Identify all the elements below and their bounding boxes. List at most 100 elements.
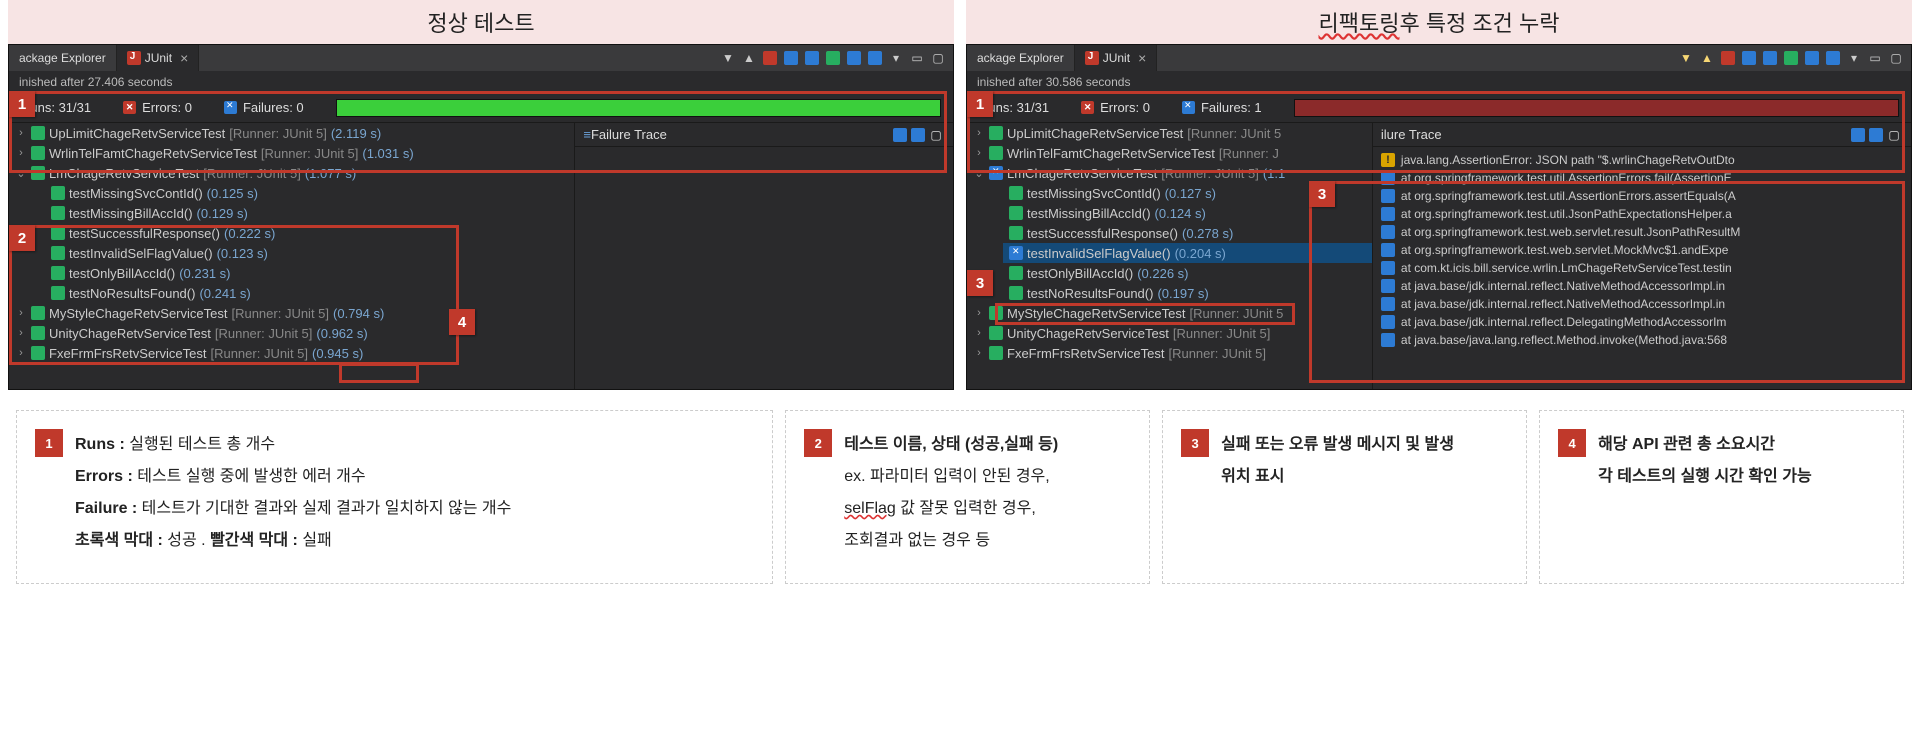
- runner-label: [Runner: JUnit 5]: [261, 146, 359, 161]
- trace-stack-line[interactable]: at org.springframework.test.web.servlet.…: [1373, 223, 1911, 241]
- chevron-icon[interactable]: ›: [15, 127, 27, 139]
- duration-label: (0.127 s): [1165, 186, 1216, 201]
- callout-badge-3b: 3: [1309, 181, 1335, 207]
- tool-a-icon[interactable]: [845, 49, 863, 67]
- test-case-node[interactable]: testSuccessfulResponse() (0.222 s): [45, 223, 574, 243]
- test-case-node[interactable]: testMissingBillAccId() (0.129 s): [45, 203, 574, 223]
- tab-pkg-explorer[interactable]: ackage Explorer: [9, 45, 117, 71]
- trace-action-b-icon[interactable]: [1867, 126, 1885, 144]
- prev-failure-icon[interactable]: ▲: [1698, 49, 1716, 67]
- test-suite-node[interactable]: ⌄LmChageRetvServiceTest [Runner: JUnit 5…: [967, 163, 1372, 183]
- test-case-node[interactable]: testInvalidSelFlagValue() (0.123 s): [45, 243, 574, 263]
- test-suite-node[interactable]: ›UpLimitChageRetvServiceTest [Runner: JU…: [9, 123, 574, 143]
- test-suite-node[interactable]: ›UnityChageRetvServiceTest [Runner: JUni…: [9, 323, 574, 343]
- test-suite-node[interactable]: ›MyStyleChageRetvServiceTest [Runner: JU…: [967, 303, 1372, 323]
- chevron-icon[interactable]: ⌄: [973, 167, 985, 180]
- chevron-icon[interactable]: ›: [973, 307, 985, 319]
- toggle-icon[interactable]: [1782, 49, 1800, 67]
- pass-icon: [31, 306, 45, 320]
- next-failure-icon[interactable]: ▼: [719, 49, 737, 67]
- pass-icon: [51, 186, 65, 200]
- trace-stack-line[interactable]: at java.base/java.lang.reflect.Method.in…: [1373, 331, 1911, 349]
- tool-b-icon[interactable]: [866, 49, 884, 67]
- test-case-node[interactable]: testNoResultsFound() (0.197 s): [1003, 283, 1372, 303]
- test-suite-node[interactable]: ⌄LmChageRetvServiceTest [Runner: JUnit 5…: [9, 163, 574, 183]
- test-case-node[interactable]: testMissingSvcContId() (0.125 s): [45, 183, 574, 203]
- pass-icon: [1009, 226, 1023, 240]
- test-case-node[interactable]: testSuccessfulResponse() (0.278 s): [1003, 223, 1372, 243]
- trace-stack-line[interactable]: at java.base/jdk.internal.reflect.Delega…: [1373, 313, 1911, 331]
- next-failure-icon[interactable]: ▼: [1677, 49, 1695, 67]
- test-case-node[interactable]: testInvalidSelFlagValue() (0.204 s): [1003, 243, 1372, 263]
- trace-error-line[interactable]: !java.lang.AssertionError: JSON path "$.…: [1373, 151, 1911, 169]
- chevron-icon[interactable]: ›: [15, 147, 27, 159]
- stop-icon[interactable]: [761, 49, 779, 67]
- tool-c-icon[interactable]: ▾: [887, 49, 905, 67]
- chevron-icon[interactable]: ›: [15, 307, 27, 319]
- trace-stack-line[interactable]: at java.base/jdk.internal.reflect.Native…: [1373, 277, 1911, 295]
- test-suite-node[interactable]: ›WrlinTelFamtChageRetvServiceTest [Runne…: [9, 143, 574, 163]
- test-name: UpLimitChageRetvServiceTest: [1007, 126, 1183, 141]
- test-suite-node[interactable]: ›UpLimitChageRetvServiceTest [Runner: JU…: [967, 123, 1372, 143]
- test-case-node[interactable]: testOnlyBillAccId() (0.226 s): [1003, 263, 1372, 283]
- stop-icon[interactable]: [1719, 49, 1737, 67]
- chevron-icon[interactable]: ›: [973, 147, 985, 159]
- trace-stack-line[interactable]: at org.springframework.test.util.Asserti…: [1373, 169, 1911, 187]
- trace-stack-line[interactable]: at com.kt.icis.bill.service.wrlin.LmChag…: [1373, 259, 1911, 277]
- toggle-icon[interactable]: [824, 49, 842, 67]
- chevron-icon[interactable]: ›: [15, 347, 27, 359]
- max-icon[interactable]: ▢: [929, 49, 947, 67]
- close-icon[interactable]: ×: [180, 50, 188, 66]
- rerun-icon[interactable]: [782, 49, 800, 67]
- close-icon[interactable]: ×: [1138, 50, 1146, 66]
- test-suite-node[interactable]: ›FxeFrmFrsRetvServiceTest [Runner: JUnit…: [967, 343, 1372, 363]
- runner-label: [Runner: JUnit 5]: [1161, 166, 1259, 181]
- chevron-icon[interactable]: ⌄: [15, 167, 27, 180]
- test-suite-node[interactable]: ›FxeFrmFrsRetvServiceTest [Runner: JUnit…: [9, 343, 574, 363]
- fail-icon: [1009, 246, 1023, 260]
- tab-pkg-explorer[interactable]: ackage Explorer: [967, 45, 1075, 71]
- callout-badge-1: 1: [9, 91, 35, 117]
- tab-junit[interactable]: JUnit ×: [117, 45, 200, 71]
- toolbar: ▼ ▲ ▾ ▭ ▢: [713, 49, 953, 67]
- chevron-icon[interactable]: ›: [15, 327, 27, 339]
- rerun2-icon[interactable]: [803, 49, 821, 67]
- test-case-node[interactable]: testOnlyBillAccId() (0.231 s): [45, 263, 574, 283]
- min-icon[interactable]: ▭: [908, 49, 926, 67]
- trace-action-c-icon[interactable]: ▢: [927, 126, 945, 144]
- tool-a-icon[interactable]: [1803, 49, 1821, 67]
- test-name: LmChageRetvServiceTest: [49, 166, 199, 181]
- trace-stack-line[interactable]: at org.springframework.test.web.servlet.…: [1373, 241, 1911, 259]
- test-tree[interactable]: ›UpLimitChageRetvServiceTest [Runner: JU…: [9, 123, 575, 389]
- test-case-node[interactable]: testNoResultsFound() (0.241 s): [45, 283, 574, 303]
- trace-action-a-icon[interactable]: [1849, 126, 1867, 144]
- test-suite-node[interactable]: ›UnityChageRetvServiceTest [Runner: JUni…: [967, 323, 1372, 343]
- callout-badge-4: 4: [449, 309, 475, 335]
- min-icon[interactable]: ▭: [1866, 49, 1884, 67]
- test-name: WrlinTelFamtChageRetvServiceTest: [1007, 146, 1215, 161]
- test-suite-node[interactable]: ›MyStyleChageRetvServiceTest [Runner: JU…: [9, 303, 574, 323]
- trace-action-c-icon[interactable]: ▢: [1885, 126, 1903, 144]
- chevron-icon[interactable]: ›: [973, 327, 985, 339]
- prev-failure-icon[interactable]: ▲: [740, 49, 758, 67]
- chevron-icon[interactable]: ›: [973, 127, 985, 139]
- legend-3-l1: 실패 또는 오류 발생 메시지 및 발생: [1221, 429, 1454, 461]
- rerun-icon[interactable]: [1740, 49, 1758, 67]
- trace-stack-line[interactable]: at org.springframework.test.util.JsonPat…: [1373, 205, 1911, 223]
- tool-c-icon[interactable]: ▾: [1845, 49, 1863, 67]
- chevron-icon[interactable]: ›: [973, 347, 985, 359]
- trace-body[interactable]: !java.lang.AssertionError: JSON path "$.…: [1373, 147, 1911, 353]
- test-tree[interactable]: › UpLimitChageRetvServiceTest [Runner: JU…: [967, 123, 1373, 389]
- tab-junit[interactable]: JUnit ×: [1075, 45, 1158, 71]
- trace-action-a-icon[interactable]: [891, 126, 909, 144]
- rerun2-icon[interactable]: [1761, 49, 1779, 67]
- trace-action-b-icon[interactable]: [909, 126, 927, 144]
- max-icon[interactable]: ▢: [1887, 49, 1905, 67]
- trace-stack-line[interactable]: at org.springframework.test.util.Asserti…: [1373, 187, 1911, 205]
- test-suite-node[interactable]: ›WrlinTelFamtChageRetvServiceTest [Runne…: [967, 143, 1372, 163]
- failure-icon: [224, 101, 237, 114]
- error-icon: ✕: [123, 101, 136, 114]
- tool-b-icon[interactable]: [1824, 49, 1842, 67]
- title-right-rest: 후 특정 조건 누락: [1399, 6, 1559, 38]
- trace-stack-line[interactable]: at java.base/jdk.internal.reflect.Native…: [1373, 295, 1911, 313]
